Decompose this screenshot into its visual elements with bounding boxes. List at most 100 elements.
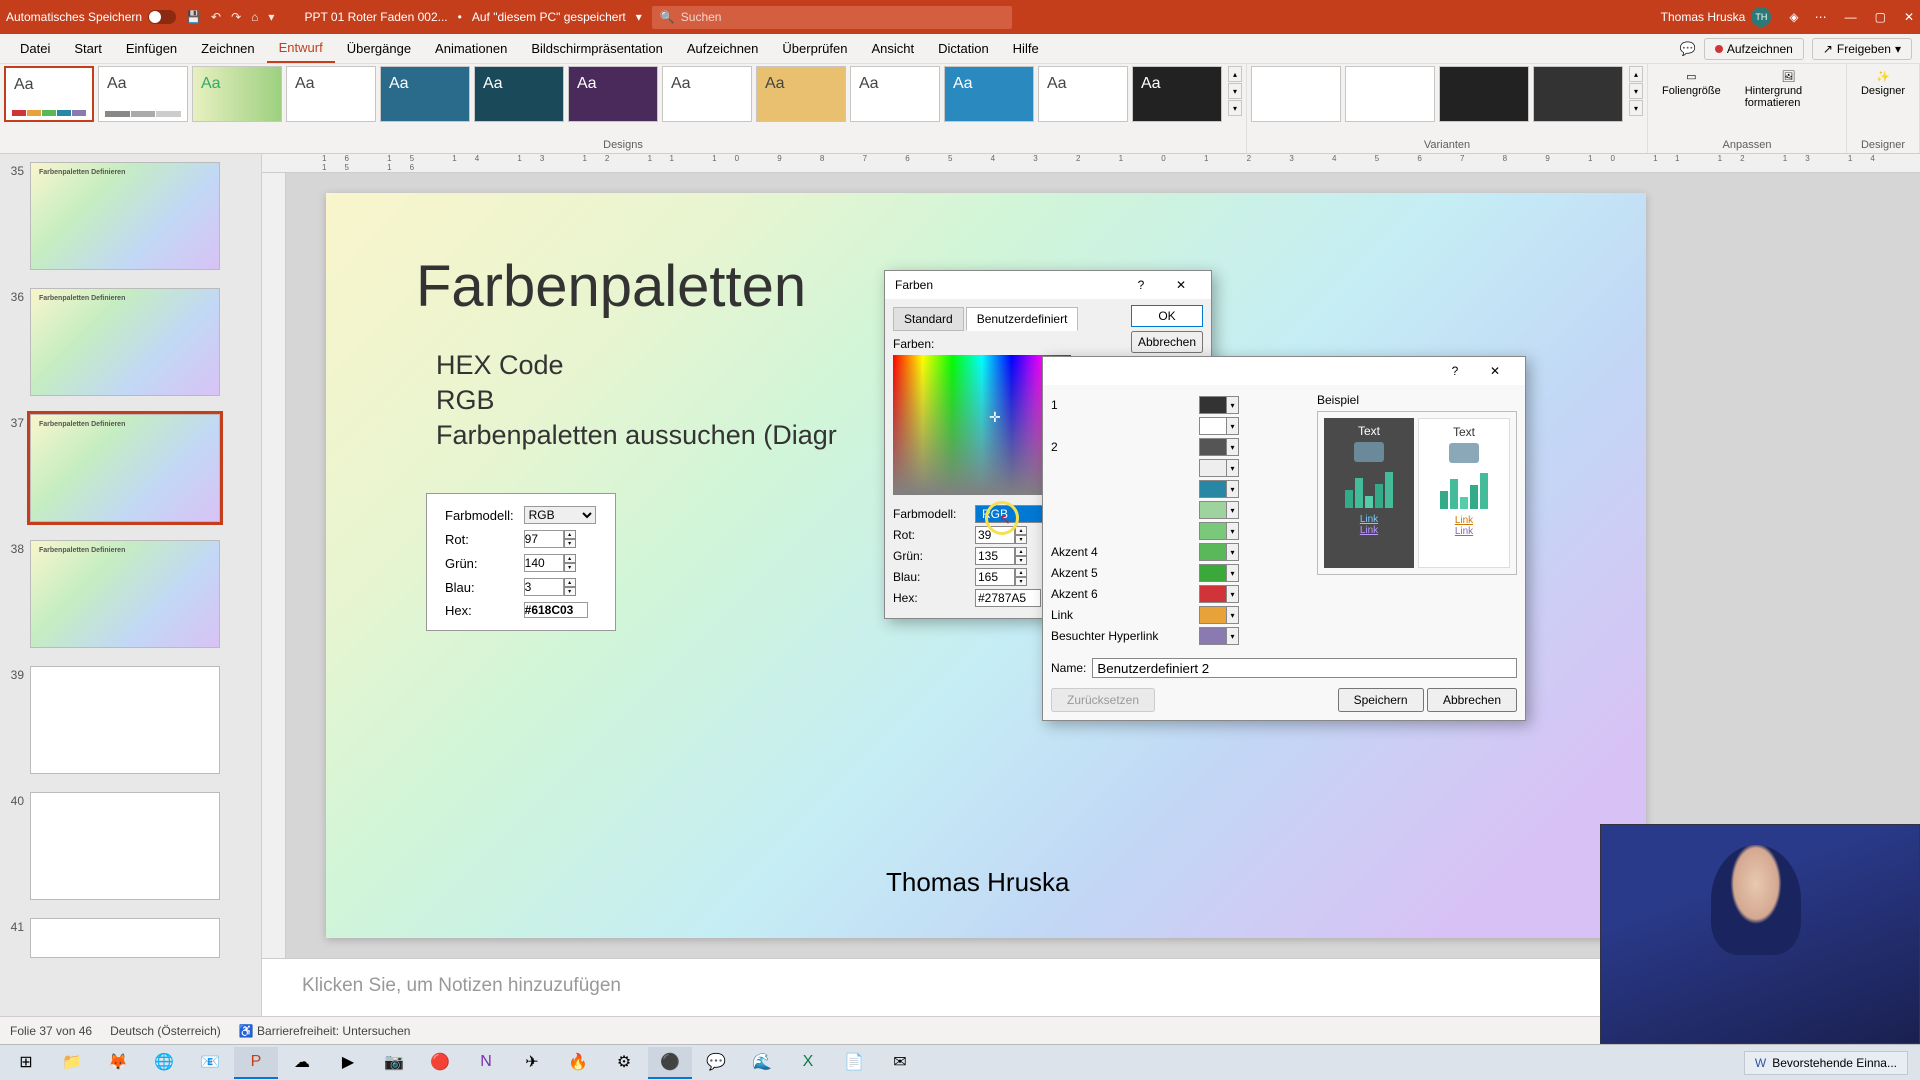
tab-ansicht[interactable]: Ansicht [859,35,926,62]
theme-thumb[interactable]: Aa [380,66,470,122]
obs-icon[interactable]: ⚫ [648,1047,692,1079]
powerpoint-icon[interactable]: P [234,1047,278,1079]
theme-thumb[interactable]: Aa [4,66,94,122]
help-button[interactable]: ? [1435,364,1475,378]
thumbnail[interactable] [30,918,220,958]
help-button[interactable]: ? [1121,278,1161,292]
color-swatch-button[interactable]: ▾ [1199,501,1239,519]
tab-einfuegen[interactable]: Einfügen [114,35,189,62]
variant-thumb[interactable] [1251,66,1341,122]
thumbnail[interactable]: Farbenpaletten Definieren [30,414,220,522]
thumbnail[interactable] [30,666,220,774]
tab-uebergaenge[interactable]: Übergänge [335,35,423,62]
slide-author[interactable]: Thomas Hruska [886,867,1070,898]
start-button[interactable]: ⊞ [4,1047,48,1079]
autosave-switch[interactable] [148,10,176,24]
blue-input[interactable] [975,568,1015,586]
tab-standard[interactable]: Standard [893,307,964,331]
spin-down-icon[interactable]: ▾ [1015,535,1027,544]
theme-thumb[interactable]: Aa [474,66,564,122]
theme-name-input[interactable] [1092,658,1517,678]
tab-bildschirm[interactable]: Bildschirmpräsentation [519,35,675,62]
format-background-button[interactable]: 🖼Hintergrund formatieren [1735,66,1842,113]
tray-notification[interactable]: WBevorstehende Einna... [1744,1051,1908,1075]
telegram-icon[interactable]: ✈ [510,1047,554,1079]
share-button[interactable]: ↗Freigeben▾ [1812,38,1912,60]
theme-thumb[interactable]: Aa [850,66,940,122]
save-button[interactable]: Speichern [1338,688,1424,712]
slide-size-button[interactable]: ▭Foliengröße [1652,66,1731,101]
cancel-button[interactable]: Abbrechen [1131,331,1203,353]
theme-thumb[interactable]: Aa [98,66,188,122]
dialog-close-button[interactable]: ✕ [1161,278,1201,292]
theme-thumb[interactable]: Aa [756,66,846,122]
tab-animationen[interactable]: Animationen [423,35,519,62]
color-swatch-button[interactable]: ▾ [1199,564,1239,582]
thumbnail[interactable]: Farbenpaletten Definieren [30,288,220,396]
theme-thumb[interactable]: Aa [568,66,658,122]
explorer-icon[interactable]: 📁 [50,1047,94,1079]
edge-icon[interactable]: 🌊 [740,1047,784,1079]
app-icon[interactable]: ☁ [280,1047,324,1079]
language-status[interactable]: Deutsch (Österreich) [110,1024,221,1038]
theme-thumb[interactable]: Aa [286,66,376,122]
undo-icon[interactable]: ↶ [211,10,221,24]
hex-input[interactable] [975,589,1041,607]
filename[interactable]: PPT 01 Roter Faden 002... [304,10,447,24]
color-swatch-button[interactable]: ▾ [1199,522,1239,540]
color-swatch-button[interactable]: ▾ [1199,585,1239,603]
designer-button[interactable]: ✨Designer [1851,66,1915,101]
search-box[interactable]: 🔍 [652,6,1012,29]
tab-zeichnen[interactable]: Zeichnen [189,35,266,62]
slide-counter[interactable]: Folie 37 von 46 [10,1024,92,1038]
slide-body[interactable]: HEX Code RGB Farbenpaletten aussuchen (D… [436,348,837,453]
save-icon[interactable]: 💾 [186,10,201,24]
home-icon[interactable]: ⌂ [251,10,258,24]
tab-entwurf[interactable]: Entwurf [267,34,335,63]
spin-up-icon[interactable]: ▴ [1015,547,1027,556]
color-crosshair-icon[interactable]: ✛ [989,409,1001,426]
tab-dictation[interactable]: Dictation [926,35,1001,62]
app-icon[interactable]: 💬 [694,1047,738,1079]
spin-down-icon[interactable]: ▾ [1015,577,1027,586]
thumbnail[interactable]: Farbenpaletten Definieren [30,162,220,270]
theme-thumb[interactable]: Aa [1132,66,1222,122]
tab-custom[interactable]: Benutzerdefiniert [966,307,1079,331]
color-swatch-button[interactable]: ▾ [1199,459,1239,477]
spin-down-icon[interactable]: ▾ [1015,556,1027,565]
cancel-button[interactable]: Abbrechen [1427,688,1517,712]
redo-icon[interactable]: ↷ [231,10,241,24]
save-location[interactable]: Auf "diesem PC" gespeichert [472,10,626,24]
dialog-close-button[interactable]: ✕ [1475,364,1515,378]
tab-aufzeichnen[interactable]: Aufzeichnen [675,35,771,62]
app-icon[interactable]: 📷 [372,1047,416,1079]
filename-dropdown-icon[interactable]: ▾ [636,10,642,24]
color-swatch-button[interactable]: ▾ [1199,396,1239,414]
variants-gallery-arrows[interactable]: ▴▾▾ [1629,66,1643,116]
minimize-button[interactable]: — [1845,10,1857,24]
close-button[interactable]: ✕ [1904,10,1914,24]
accessibility-status[interactable]: ♿ Barrierefreiheit: Untersuchen [239,1024,411,1038]
coming-soon-icon[interactable]: ◈ [1789,10,1798,24]
color-swatch-button[interactable]: ▾ [1199,543,1239,561]
qat-dropdown-icon[interactable]: ▾ [268,10,274,24]
color-swatch-button[interactable]: ▾ [1199,417,1239,435]
ok-button[interactable]: OK [1131,305,1203,327]
slide-title[interactable]: Farbenpaletten [416,253,806,320]
variant-thumb[interactable] [1345,66,1435,122]
ribbon-options-icon[interactable]: ⋯ [1815,10,1827,24]
app-icon[interactable]: 📄 [832,1047,876,1079]
spin-up-icon[interactable]: ▴ [1015,568,1027,577]
color-swatch-button[interactable]: ▾ [1199,606,1239,624]
theme-thumb[interactable]: Aa [662,66,752,122]
color-swatch-button[interactable]: ▾ [1199,438,1239,456]
theme-thumb[interactable]: Aa [944,66,1034,122]
chrome-icon[interactable]: 🌐 [142,1047,186,1079]
red-input[interactable] [975,526,1015,544]
comments-icon[interactable]: 💬 [1680,41,1696,57]
app-icon[interactable]: 🔥 [556,1047,600,1079]
tab-start[interactable]: Start [62,35,113,62]
firefox-icon[interactable]: 🦊 [96,1047,140,1079]
themes-gallery-arrows[interactable]: ▴▾▾ [1228,66,1242,116]
tab-ueberpruefen[interactable]: Überprüfen [770,35,859,62]
